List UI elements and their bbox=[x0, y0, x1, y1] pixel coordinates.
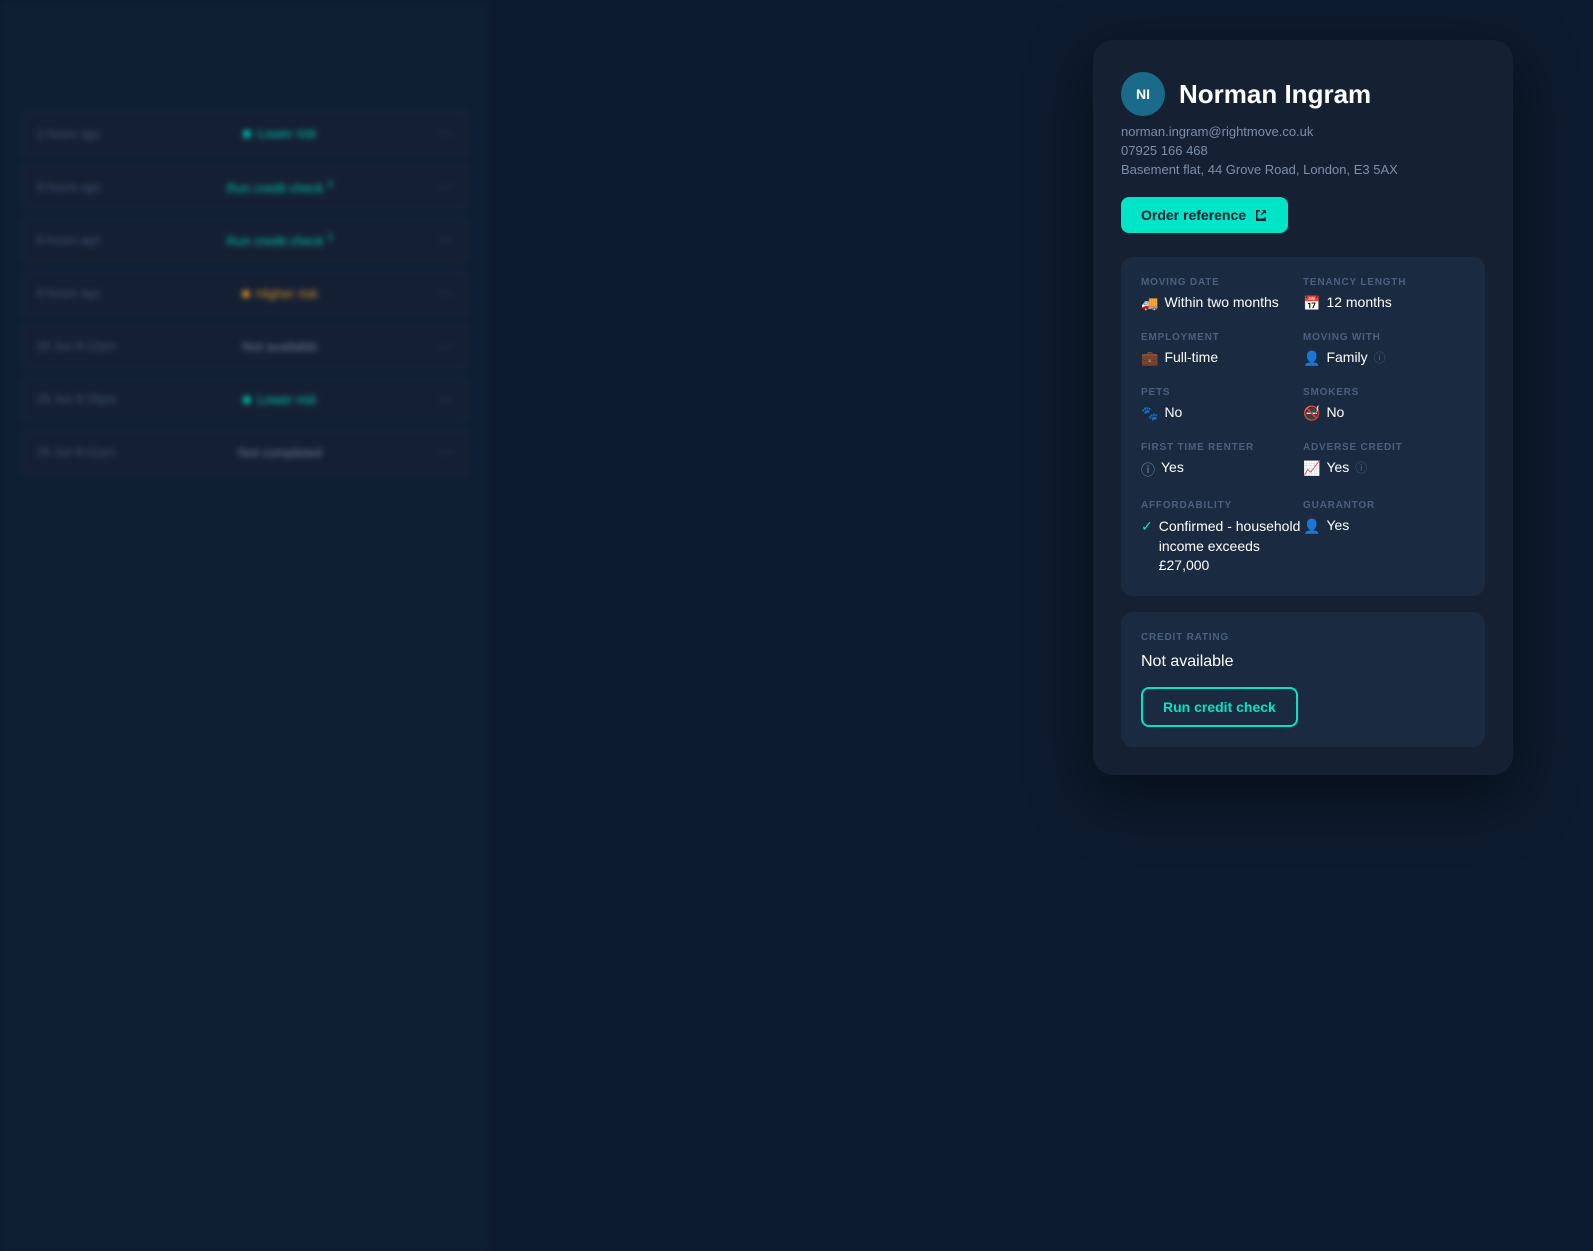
affordability-value: ✓ Confirmed - household income exceeds £… bbox=[1141, 517, 1303, 576]
guarantor-label: GUARANTOR bbox=[1303, 500, 1465, 511]
row-time: 8 hours ago bbox=[37, 180, 127, 194]
profile-name: Norman Ingram bbox=[1179, 79, 1371, 110]
check-circle-icon: ✓ bbox=[1141, 518, 1153, 535]
pets-col: PETS 🐾 No bbox=[1141, 387, 1303, 422]
employment-value: 💼 Full-time bbox=[1141, 349, 1303, 367]
row-status: Higher risk bbox=[127, 286, 433, 301]
row-menu-icon[interactable]: ⋯ bbox=[433, 444, 453, 461]
tenancy-length-label: TENANCY LENGTH bbox=[1303, 277, 1465, 288]
first-time-renter-col: FIRST TIME RENTER ⓘ Yes bbox=[1141, 442, 1303, 480]
moving-with-col: MOVING WITH 👤 Family ⓘ bbox=[1303, 332, 1465, 367]
status-dot-icon bbox=[243, 396, 251, 404]
info-row-1: MOVING DATE 🚚 Within two months TENANCY … bbox=[1141, 277, 1465, 312]
credit-rating-value: Not available bbox=[1141, 653, 1465, 671]
order-reference-button[interactable]: Order reference bbox=[1121, 197, 1288, 233]
profile-address: Basement flat, 44 Grove Road, London, E3… bbox=[1121, 162, 1485, 177]
guarantor-value: 👤 Yes bbox=[1303, 517, 1465, 535]
row-time: 26 Jun 8:16pm bbox=[37, 392, 127, 406]
list-row[interactable]: 26 Jun 8:12pm Not available ⋯ bbox=[20, 323, 470, 370]
row-menu-icon[interactable]: ⋯ bbox=[433, 391, 453, 408]
paw-icon: 🐾 bbox=[1141, 405, 1158, 422]
chart-icon: 📈 bbox=[1303, 460, 1320, 477]
status-dot-icon bbox=[242, 290, 250, 298]
row-status: Run credit check 1 bbox=[127, 178, 433, 195]
moving-with-label: MOVING WITH bbox=[1303, 332, 1465, 343]
info-row-4: FIRST TIME RENTER ⓘ Yes ADVERSE CREDIT 📈… bbox=[1141, 442, 1465, 480]
info-row-3: PETS 🐾 No SMOKERS 🚭 No bbox=[1141, 387, 1465, 422]
list-row[interactable]: 8 hours ago Higher risk ⋯ bbox=[20, 270, 470, 317]
list-row[interactable]: 8 hours ago Run credit check 1 ⋯ bbox=[20, 163, 470, 210]
row-status: Not completed bbox=[127, 445, 433, 460]
moving-date-value: 🚚 Within two months bbox=[1141, 294, 1303, 312]
adverse-credit-value: 📈 Yes ⓘ bbox=[1303, 459, 1465, 477]
list-row[interactable]: 2 hours ago Lower risk ⋯ bbox=[20, 110, 470, 157]
row-time: 8 hours ago bbox=[37, 233, 127, 247]
moving-date-col: MOVING DATE 🚚 Within two months bbox=[1141, 277, 1303, 312]
row-time: 26 Jun 8:12pm bbox=[37, 339, 127, 353]
row-time: 8 hours ago bbox=[37, 286, 127, 300]
first-time-renter-value: ⓘ Yes bbox=[1141, 459, 1303, 480]
row-time: 2 hours ago bbox=[37, 127, 127, 141]
tenancy-length-col: TENANCY LENGTH 📅 12 months bbox=[1303, 277, 1465, 312]
info-grid: MOVING DATE 🚚 Within two months TENANCY … bbox=[1121, 257, 1485, 596]
external-link-icon bbox=[1254, 208, 1268, 222]
list-row[interactable]: 26 Jun 8:16pm Lower risk ⋯ bbox=[20, 376, 470, 423]
run-credit-check-button[interactable]: Run credit check bbox=[1141, 687, 1298, 727]
profile-header: NI Norman Ingram bbox=[1121, 72, 1485, 116]
profile-email: norman.ingram@rightmove.co.uk bbox=[1121, 124, 1485, 139]
row-menu-icon[interactable]: ⋯ bbox=[433, 231, 453, 248]
row-menu-icon[interactable]: ⋯ bbox=[433, 338, 453, 355]
briefcase-icon: 💼 bbox=[1141, 350, 1158, 367]
avatar: NI bbox=[1121, 72, 1165, 116]
info-circle-icon: ⓘ bbox=[1141, 460, 1155, 480]
status-dot-icon bbox=[243, 130, 251, 138]
smokers-col: SMOKERS 🚭 No bbox=[1303, 387, 1465, 422]
truck-icon: 🚚 bbox=[1141, 295, 1158, 312]
guarantor-col: GUARANTOR 👤 Yes bbox=[1303, 500, 1465, 576]
person-icon: 👤 bbox=[1303, 350, 1320, 367]
info-row-2: EMPLOYMENT 💼 Full-time MOVING WITH 👤 Fam… bbox=[1141, 332, 1465, 367]
moving-date-label: MOVING DATE bbox=[1141, 277, 1303, 288]
employment-label: EMPLOYMENT bbox=[1141, 332, 1303, 343]
affordability-col: AFFORDABILITY ✓ Confirmed - household in… bbox=[1141, 500, 1303, 576]
calendar-icon: 📅 bbox=[1303, 295, 1320, 312]
row-time: 26 Jun 8:11pm bbox=[37, 445, 127, 459]
row-status: Run credit check 1 bbox=[127, 231, 433, 248]
smokers-value: 🚭 No bbox=[1303, 404, 1465, 422]
adverse-credit-label: ADVERSE CREDIT bbox=[1303, 442, 1465, 453]
profile-card: NI Norman Ingram norman.ingram@rightmove… bbox=[1093, 40, 1513, 775]
no-smoking-icon: 🚭 bbox=[1303, 405, 1320, 422]
info-row-5: AFFORDABILITY ✓ Confirmed - household in… bbox=[1141, 500, 1465, 576]
adverse-credit-info-icon[interactable]: ⓘ bbox=[1355, 459, 1367, 476]
row-status: Lower risk bbox=[127, 392, 433, 407]
list-container: 2 hours ago Lower risk ⋯ 8 hours ago Run… bbox=[0, 100, 490, 492]
pets-value: 🐾 No bbox=[1141, 404, 1303, 422]
tenancy-length-value: 📅 12 months bbox=[1303, 294, 1465, 312]
affordability-label: AFFORDABILITY bbox=[1141, 500, 1303, 511]
person-guarantor-icon: 👤 bbox=[1303, 518, 1320, 535]
employment-col: EMPLOYMENT 💼 Full-time bbox=[1141, 332, 1303, 367]
first-time-renter-label: FIRST TIME RENTER bbox=[1141, 442, 1303, 453]
pets-label: PETS bbox=[1141, 387, 1303, 398]
credit-rating-section: CREDIT RATING Not available Run credit c… bbox=[1121, 612, 1485, 747]
row-menu-icon[interactable]: ⋯ bbox=[433, 285, 453, 302]
row-status: Lower risk bbox=[127, 126, 433, 141]
smokers-label: SMOKERS bbox=[1303, 387, 1465, 398]
list-row[interactable]: 26 Jun 8:11pm Not completed ⋯ bbox=[20, 429, 470, 476]
row-menu-icon[interactable]: ⋯ bbox=[433, 125, 453, 142]
order-ref-label: Order reference bbox=[1141, 207, 1246, 223]
row-status: Not available bbox=[127, 339, 433, 354]
credit-rating-label: CREDIT RATING bbox=[1141, 632, 1465, 643]
profile-phone: 07925 166 468 bbox=[1121, 143, 1485, 158]
moving-with-value: 👤 Family ⓘ bbox=[1303, 349, 1465, 367]
moving-with-info-icon[interactable]: ⓘ bbox=[1374, 349, 1386, 366]
row-menu-icon[interactable]: ⋯ bbox=[433, 178, 453, 195]
list-row[interactable]: 8 hours ago Run credit check 1 ⋯ bbox=[20, 216, 470, 263]
adverse-credit-col: ADVERSE CREDIT 📈 Yes ⓘ bbox=[1303, 442, 1465, 480]
